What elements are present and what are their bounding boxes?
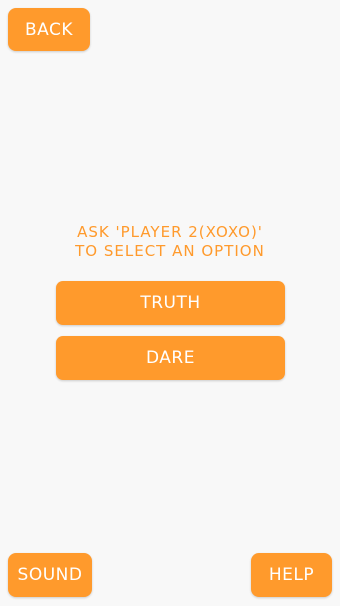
- back-button[interactable]: BACK: [8, 8, 90, 51]
- truth-button[interactable]: TRUTH: [56, 281, 285, 325]
- prompt-line-2: TO SELECT AN OPTION: [75, 242, 265, 260]
- sound-button[interactable]: SOUND: [8, 553, 92, 597]
- prompt-line-1: ASK 'PLAYER 2(XOXO)': [77, 223, 263, 241]
- player-prompt: ASK 'PLAYER 2(XOXO)' TO SELECT AN OPTION: [0, 223, 340, 261]
- dare-button[interactable]: DARE: [56, 336, 285, 380]
- help-button[interactable]: HELP: [251, 553, 332, 597]
